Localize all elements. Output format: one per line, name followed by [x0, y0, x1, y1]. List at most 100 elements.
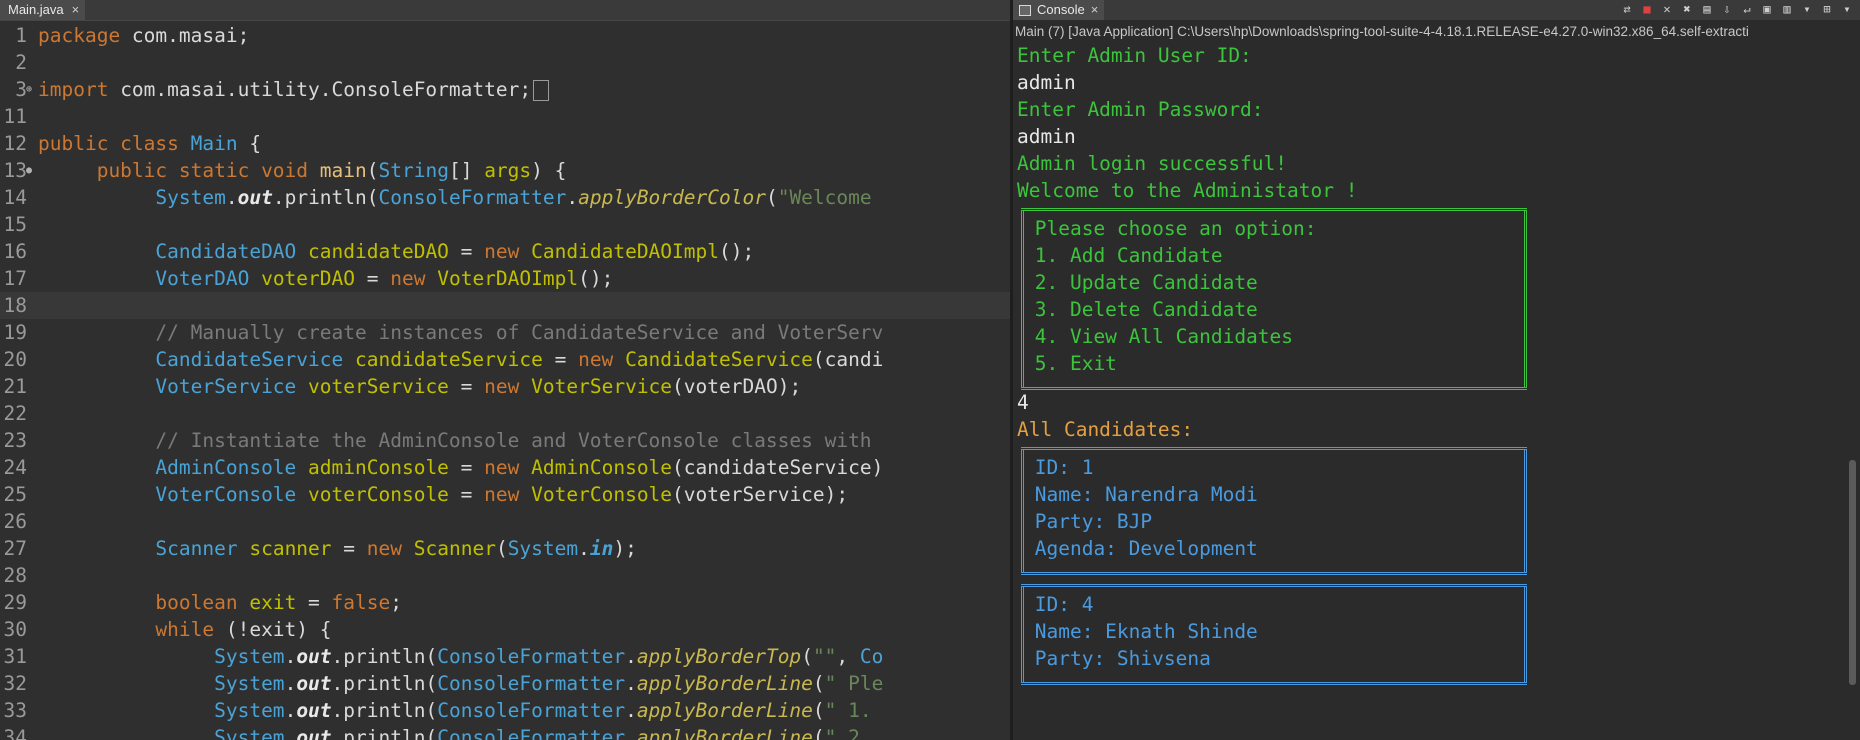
all-candidates-heading: All Candidates:: [1017, 418, 1194, 441]
view-menu-icon[interactable]: ▾: [1840, 2, 1854, 16]
console-line: 1. Add Candidate: [1023, 244, 1223, 267]
code-text: // Manually create instances of Candidat…: [155, 321, 884, 344]
console-scrollbar[interactable]: [1849, 460, 1856, 685]
code-text: while (!exit) {: [155, 618, 332, 641]
code-line[interactable]: 1 package com.masai;: [0, 22, 1010, 49]
code-editor[interactable]: Main.java × 1 package com.masai; 2 3 ⊕ import…: [0, 0, 1010, 740]
code-line[interactable]: 30 while (!exit) {: [0, 616, 1010, 643]
code-line[interactable]: 28: [0, 562, 1010, 589]
line-number: 17: [3, 267, 27, 290]
code-line[interactable]: 24 AdminConsole adminConsole = new Admin…: [0, 454, 1010, 481]
console-line: ID: 4: [1023, 593, 1094, 616]
code-line[interactable]: 33 System.out.println(ConsoleFormatter.a…: [0, 697, 1010, 724]
console-menu-icon[interactable]: ▾: [1800, 2, 1814, 16]
line-number: 30: [3, 618, 27, 641]
console-line: 2. Update Candidate: [1023, 271, 1258, 294]
code-text: CandidateDAO candidateDAO = new Candidat…: [155, 240, 755, 263]
code-text: boolean exit = false;: [155, 591, 402, 614]
console-line: Name: Eknath Shinde: [1023, 620, 1258, 643]
code-text: VoterConsole voterConsole = new VoterCon…: [155, 483, 849, 506]
console-line: 5. Exit: [1023, 352, 1117, 375]
code-text: public static void main(String[] args) {: [96, 159, 567, 182]
code-line[interactable]: 18: [0, 292, 1010, 319]
code-line[interactable]: 12 public class Main {: [0, 130, 1010, 157]
code-text: import com.masai.utility.ConsoleFormatte…: [38, 76, 550, 103]
line-number: 29: [3, 591, 27, 614]
console-line: Please choose an option:: [1023, 217, 1317, 240]
code-line[interactable]: 31 System.out.println(ConsoleFormatter.a…: [0, 643, 1010, 670]
code-line[interactable]: 16 CandidateDAO candidateDAO = new Candi…: [0, 238, 1010, 265]
console-line: Enter Admin Password:: [1017, 98, 1264, 121]
line-number: 2: [15, 51, 27, 74]
copy-icon[interactable]: ▤: [1700, 2, 1714, 16]
code-line[interactable]: 17 VoterDAO voterDAO = new VoterDAOImpl(…: [0, 265, 1010, 292]
code-line[interactable]: 22: [0, 400, 1010, 427]
line-number: 16: [3, 240, 27, 263]
remove-launch-icon[interactable]: ✕: [1660, 2, 1674, 16]
code-line[interactable]: 21 VoterService voterService = new Voter…: [0, 373, 1010, 400]
line-number: 24: [3, 456, 27, 479]
line-number: 25: [3, 483, 27, 506]
code-line[interactable]: 20 CandidateService candidateService = n…: [0, 346, 1010, 373]
code-line[interactable]: 25 VoterConsole voterConsole = new Voter…: [0, 481, 1010, 508]
editor-tab-bar: Main.java ×: [0, 0, 1010, 21]
line-number: 19: [3, 321, 27, 344]
code-line[interactable]: 19 // Manually create instances of Candi…: [0, 319, 1010, 346]
code-line[interactable]: 32 System.out.println(ConsoleFormatter.a…: [0, 670, 1010, 697]
console-line: Party: Shivsena: [1023, 647, 1211, 670]
terminate-icon[interactable]: ■: [1640, 2, 1654, 16]
tab-label: Console: [1037, 2, 1085, 17]
code-line[interactable]: 27 Scanner scanner = new Scanner(System.…: [0, 535, 1010, 562]
line-number: 13: [3, 159, 27, 182]
code-line[interactable]: 15: [0, 211, 1010, 238]
code-text: System.out.println(ConsoleFormatter.appl…: [155, 186, 872, 209]
console-line: 4. View All Candidates: [1023, 325, 1294, 348]
display-console-icon[interactable]: ▥: [1780, 2, 1794, 16]
line-number: 28: [3, 564, 27, 587]
line-number: 15: [3, 213, 27, 236]
code-line[interactable]: 2: [0, 49, 1010, 76]
console-line: Welcome to the Administator !: [1017, 179, 1358, 202]
line-number: 3: [15, 78, 27, 101]
console-icon: [1019, 4, 1031, 16]
code-line[interactable]: 3 ⊕ import com.masai.utility.ConsoleFormat…: [0, 76, 1010, 103]
code-text: public class Main {: [38, 132, 262, 155]
code-line[interactable]: 14 System.out.println(ConsoleFormatter.a…: [0, 184, 1010, 211]
code-line[interactable]: 23 // Instantiate the AdminConsole and V…: [0, 427, 1010, 454]
code-text: CandidateService candidateService = new …: [155, 348, 884, 371]
line-number: 18: [3, 294, 27, 317]
word-wrap-icon[interactable]: ↵: [1740, 2, 1754, 16]
line-number: 26: [3, 510, 27, 533]
line-number: 33: [3, 699, 27, 722]
code-line[interactable]: 29 boolean exit = false;: [0, 589, 1010, 616]
line-number: 21: [3, 375, 27, 398]
pin-icon[interactable]: ▣: [1760, 2, 1774, 16]
line-number: 23: [3, 429, 27, 452]
code-text: package com.masai;: [38, 24, 250, 47]
console-line: Party: BJP: [1023, 510, 1153, 533]
code-text: System.out.println(ConsoleFormatter.appl…: [214, 699, 872, 722]
close-icon[interactable]: ×: [72, 0, 80, 20]
tab-main-java[interactable]: Main.java ×: [0, 0, 86, 20]
code-line[interactable]: 26: [0, 508, 1010, 535]
line-number: 12: [3, 132, 27, 155]
code-line[interactable]: 34 System.out.println(ConsoleFormatter.a…: [0, 724, 1010, 740]
line-number: 27: [3, 537, 27, 560]
scroll-lock-icon[interactable]: ⇩: [1720, 2, 1734, 16]
line-number: 31: [3, 645, 27, 668]
console-line: admin: [1017, 125, 1076, 148]
code-line[interactable]: 11: [0, 103, 1010, 130]
console-launch-description: Main (7) [Java Application] C:\Users\hp\…: [1015, 24, 1749, 39]
fold-marker-icon[interactable]: ●: [26, 157, 32, 184]
console-line: Admin login successful!: [1017, 152, 1288, 175]
code-text: // Instantiate the AdminConsole and Vote…: [155, 429, 872, 452]
collapsed-imports-icon[interactable]: [533, 80, 550, 101]
remove-all-icon[interactable]: ✖: [1680, 2, 1694, 16]
open-console-icon[interactable]: ⊞: [1820, 2, 1834, 16]
code-line[interactable]: 13 ● public static void main(String[] arg…: [0, 157, 1010, 184]
console-view[interactable]: Console × ⇄ ■ ✕ ✖ ▤ ⇩ ↵ ▣ ▥ ▾ ⊞ ▾ Main (7) [Java Ap…: [1013, 0, 1860, 740]
fold-marker-icon[interactable]: ⊕: [26, 76, 32, 103]
link-icon[interactable]: ⇄: [1620, 2, 1634, 16]
tab-console[interactable]: Console ×: [1013, 0, 1105, 20]
close-icon[interactable]: ×: [1091, 0, 1099, 20]
